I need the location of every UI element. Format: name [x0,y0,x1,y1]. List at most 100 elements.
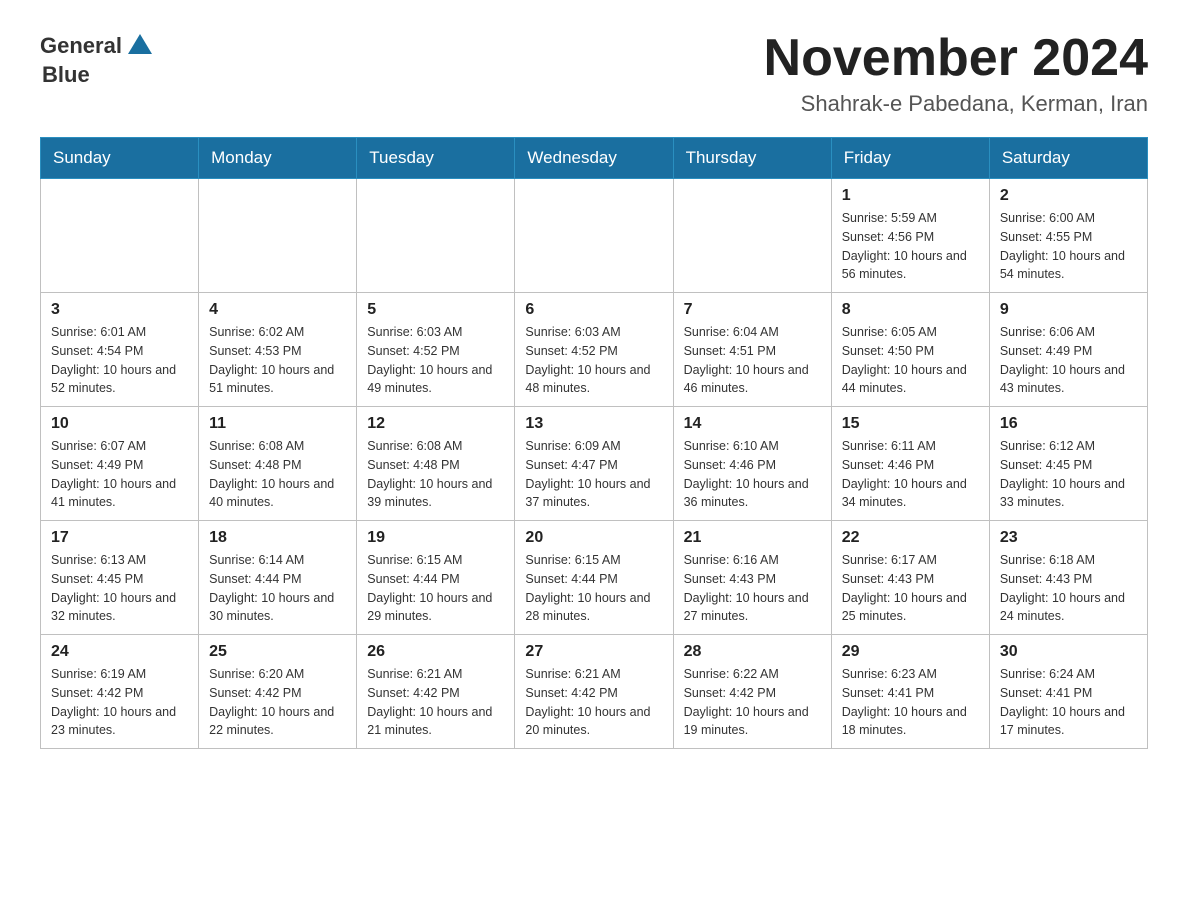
table-row: 15Sunrise: 6:11 AMSunset: 4:46 PMDayligh… [831,407,989,521]
calendar-header-row: Sunday Monday Tuesday Wednesday Thursday… [41,138,1148,179]
day-info: Sunrise: 6:23 AMSunset: 4:41 PMDaylight:… [842,665,979,740]
day-info: Sunrise: 6:19 AMSunset: 4:42 PMDaylight:… [51,665,188,740]
table-row [41,179,199,293]
table-row: 16 Sunrise: 6:12 AMSunset: 4:45 PMDayligh… [989,407,1147,521]
table-row: 11Sunrise: 6:08 AMSunset: 4:48 PMDayligh… [199,407,357,521]
day-number: 18 [209,529,346,547]
day-number: 30 [1000,643,1137,661]
page-header: General Blue November 2024 Shahrak-e Pab… [40,30,1148,117]
day-info: Sunrise: 6:03 AMSunset: 4:52 PMDaylight:… [367,323,504,398]
table-row: 23 Sunrise: 6:18 AMSunset: 4:43 PMDayligh… [989,521,1147,635]
day-info: Sunrise: 6:03 AMSunset: 4:52 PMDaylight:… [525,323,662,398]
day-info: Sunrise: 5:59 AMSunset: 4:56 PMDaylight:… [842,209,979,284]
table-row: 3 Sunrise: 6:01 AMSunset: 4:54 PMDaylight… [41,293,199,407]
day-number: 21 [684,529,821,547]
col-friday: Friday [831,138,989,179]
location-title: Shahrak-e Pabedana, Kerman, Iran [764,91,1148,117]
table-row: 10 Sunrise: 6:07 AMSunset: 4:49 PMDayligh… [41,407,199,521]
table-row [673,179,831,293]
day-info: Sunrise: 6:08 AMSunset: 4:48 PMDaylight:… [367,437,504,512]
table-row [199,179,357,293]
day-info: Sunrise: 6:02 AMSunset: 4:53 PMDaylight:… [209,323,346,398]
day-info: Sunrise: 6:15 AMSunset: 4:44 PMDaylight:… [525,551,662,626]
day-number: 23 [1000,529,1137,547]
day-number: 8 [842,301,979,319]
day-info: Sunrise: 6:06 AMSunset: 4:49 PMDaylight:… [1000,323,1137,398]
day-info: Sunrise: 6:13 AMSunset: 4:45 PMDaylight:… [51,551,188,626]
table-row [357,179,515,293]
table-row: 27Sunrise: 6:21 AMSunset: 4:42 PMDayligh… [515,635,673,749]
day-number: 1 [842,187,979,205]
day-number: 14 [684,415,821,433]
day-info: Sunrise: 6:05 AMSunset: 4:50 PMDaylight:… [842,323,979,398]
month-title: November 2024 [764,30,1148,87]
day-number: 4 [209,301,346,319]
calendar-table: Sunday Monday Tuesday Wednesday Thursday… [40,137,1148,749]
title-area: November 2024 Shahrak-e Pabedana, Kerman… [764,30,1148,117]
table-row: 5Sunrise: 6:03 AMSunset: 4:52 PMDaylight… [357,293,515,407]
day-number: 16 [1000,415,1137,433]
calendar-week-row: 10 Sunrise: 6:07 AMSunset: 4:49 PMDayligh… [41,407,1148,521]
day-info: Sunrise: 6:17 AMSunset: 4:43 PMDaylight:… [842,551,979,626]
table-row: 21Sunrise: 6:16 AMSunset: 4:43 PMDayligh… [673,521,831,635]
day-info: Sunrise: 6:21 AMSunset: 4:42 PMDaylight:… [367,665,504,740]
table-row: 1 Sunrise: 5:59 AMSunset: 4:56 PMDaylight… [831,179,989,293]
day-info: Sunrise: 6:12 AMSunset: 4:45 PMDaylight:… [1000,437,1137,512]
table-row: 20 Sunrise: 6:15 AMSunset: 4:44 PMDayligh… [515,521,673,635]
col-saturday: Saturday [989,138,1147,179]
table-row: 25 Sunrise: 6:20 AMSunset: 4:42 PMDayligh… [199,635,357,749]
logo-icon [124,26,156,58]
day-number: 13 [525,415,662,433]
table-row: 14 Sunrise: 6:10 AMSunset: 4:46 PMDayligh… [673,407,831,521]
day-number: 28 [684,643,821,661]
table-row: 28Sunrise: 6:22 AMSunset: 4:42 PMDayligh… [673,635,831,749]
table-row: 9Sunrise: 6:06 AMSunset: 4:49 PMDaylight… [989,293,1147,407]
day-number: 20 [525,529,662,547]
day-info: Sunrise: 6:10 AMSunset: 4:46 PMDaylight:… [684,437,821,512]
table-row [515,179,673,293]
day-number: 10 [51,415,188,433]
day-info: Sunrise: 6:07 AMSunset: 4:49 PMDaylight:… [51,437,188,512]
day-number: 12 [367,415,504,433]
day-info: Sunrise: 6:18 AMSunset: 4:43 PMDaylight:… [1000,551,1137,626]
day-info: Sunrise: 6:15 AMSunset: 4:44 PMDaylight:… [367,551,504,626]
day-info: Sunrise: 6:00 AMSunset: 4:55 PMDaylight:… [1000,209,1137,284]
table-row: 24Sunrise: 6:19 AMSunset: 4:42 PMDayligh… [41,635,199,749]
logo-text-general: General [40,33,122,59]
day-number: 15 [842,415,979,433]
day-number: 26 [367,643,504,661]
table-row: 22 Sunrise: 6:17 AMSunset: 4:43 PMDayligh… [831,521,989,635]
day-info: Sunrise: 6:20 AMSunset: 4:42 PMDaylight:… [209,665,346,740]
day-number: 2 [1000,187,1137,205]
day-number: 22 [842,529,979,547]
table-row: 7Sunrise: 6:04 AMSunset: 4:51 PMDaylight… [673,293,831,407]
col-wednesday: Wednesday [515,138,673,179]
day-number: 29 [842,643,979,661]
table-row: 2 Sunrise: 6:00 AMSunset: 4:55 PMDaylight… [989,179,1147,293]
day-number: 25 [209,643,346,661]
table-row: 13 Sunrise: 6:09 AMSunset: 4:47 PMDayligh… [515,407,673,521]
calendar-week-row: 24Sunrise: 6:19 AMSunset: 4:42 PMDayligh… [41,635,1148,749]
day-number: 3 [51,301,188,319]
day-info: Sunrise: 6:01 AMSunset: 4:54 PMDaylight:… [51,323,188,398]
table-row: 26 Sunrise: 6:21 AMSunset: 4:42 PMDayligh… [357,635,515,749]
logo: General Blue [40,30,156,88]
logo-text-blue: Blue [42,62,90,87]
calendar-week-row: 1 Sunrise: 5:59 AMSunset: 4:56 PMDaylight… [41,179,1148,293]
day-number: 19 [367,529,504,547]
day-info: Sunrise: 6:04 AMSunset: 4:51 PMDaylight:… [684,323,821,398]
day-info: Sunrise: 6:24 AMSunset: 4:41 PMDaylight:… [1000,665,1137,740]
table-row: 8 Sunrise: 6:05 AMSunset: 4:50 PMDaylight… [831,293,989,407]
table-row: 29 Sunrise: 6:23 AMSunset: 4:41 PMDayligh… [831,635,989,749]
table-row: 18Sunrise: 6:14 AMSunset: 4:44 PMDayligh… [199,521,357,635]
table-row: 12 Sunrise: 6:08 AMSunset: 4:48 PMDayligh… [357,407,515,521]
col-tuesday: Tuesday [357,138,515,179]
col-sunday: Sunday [41,138,199,179]
calendar-week-row: 17Sunrise: 6:13 AMSunset: 4:45 PMDayligh… [41,521,1148,635]
table-row: 4 Sunrise: 6:02 AMSunset: 4:53 PMDaylight… [199,293,357,407]
day-info: Sunrise: 6:09 AMSunset: 4:47 PMDaylight:… [525,437,662,512]
table-row: 6 Sunrise: 6:03 AMSunset: 4:52 PMDaylight… [515,293,673,407]
day-number: 27 [525,643,662,661]
col-thursday: Thursday [673,138,831,179]
day-number: 6 [525,301,662,319]
